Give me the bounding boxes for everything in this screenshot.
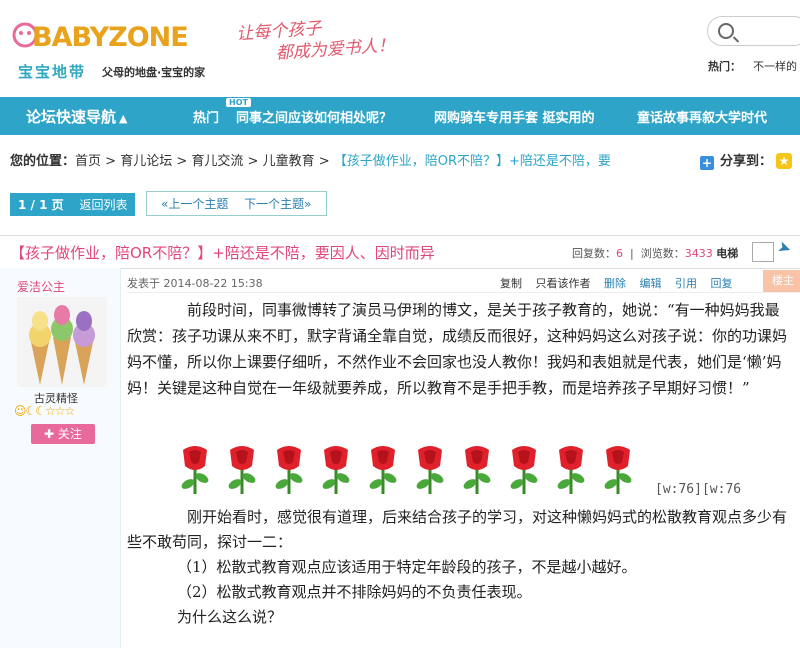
breadcrumb-home[interactable]: 首页 <box>75 154 101 169</box>
site-header: BABYZONE 宝宝地带 父母的地盘·宝宝的家 让每个孩子 都成为爱书人！ 热… <box>0 0 800 95</box>
post-time: 发表于 2014-08-22 15:38 <box>127 277 263 290</box>
user-level-stars: ☺☾☾☆☆☆ <box>14 404 75 418</box>
slogan: 让每个孩子 都成为爱书人！ <box>235 18 396 64</box>
rose-icon <box>269 440 309 496</box>
topic-title: 【孩子做作业，陪OR不陪？】+陪还是不陪，要因人、因时而异 <box>10 244 435 262</box>
author-name[interactable]: 爱洁公主 <box>17 278 65 295</box>
hot-search-label: 热门： <box>708 60 741 73</box>
rose-icon <box>504 440 544 496</box>
follow-button[interactable]: ✚ 关注 <box>31 424 95 444</box>
breadcrumb-forum[interactable]: 育儿论坛 <box>120 154 172 169</box>
edit-link[interactable]: 编辑 <box>640 277 662 290</box>
main-nav: 论坛快速导航 ▲ 热门 HOT 同事之间应该如何相处呢？ 网购骑车专用手套 挺实用… <box>0 97 800 135</box>
avatar[interactable] <box>17 297 107 387</box>
rose-icon <box>598 440 638 496</box>
breadcrumb-education[interactable]: 儿童教育 <box>263 154 315 169</box>
post-list-item: （2）松散式教育观点并不排除妈妈的不负责任表现。 <box>177 583 532 601</box>
star-icon[interactable]: ★ <box>776 153 792 169</box>
post-body-continued: 刚开始看时，感觉很有道理，后来结合孩子的学习，对这种懒妈妈式的松散教育观点多少有… <box>127 505 787 630</box>
reply-link[interactable]: 回复 <box>711 277 733 290</box>
post-divider <box>127 292 800 293</box>
topic-stats: 回复数：6 | 浏览数：3433 电梯 <box>572 247 739 260</box>
delete-link[interactable]: 删除 <box>604 277 626 290</box>
rose-icon <box>175 440 215 496</box>
breadcrumb-current: 【孩子做作业，陪OR不陪？】+陪还是不陪，要 <box>333 154 611 169</box>
share-to[interactable]: + 分享到： ★ <box>699 150 792 170</box>
nav-hot-link[interactable]: 同事之间应该如何相处呢？ <box>236 107 392 126</box>
nav-hot-link[interactable]: 网购骑车专用手套 挺实用的 <box>434 107 595 126</box>
rose-icon <box>551 440 591 496</box>
reply-count: 6 <box>616 247 623 260</box>
logo-chinese: 宝宝地带 <box>18 63 87 81</box>
search-input[interactable] <box>707 16 800 46</box>
page-indicator: 1 / 1 页 <box>10 193 72 216</box>
post-paragraph: 刚开始看时，感觉很有道理，后来结合孩子的学习，对这种懒妈妈式的松散教育观点多少有… <box>127 508 788 551</box>
post-body: 前段时间，同事微博转了演员马伊琍的博文，是关于孩子教育的，她说：“有一种妈妈我最… <box>127 297 787 401</box>
nav-hot-label: 热门 <box>193 111 220 126</box>
elevator-label: 电梯 <box>716 247 739 260</box>
quote-link[interactable]: 引用 <box>675 277 697 290</box>
topic-navigation: «上一个主题 下一个主题» <box>146 191 327 216</box>
rose-icon <box>222 440 262 496</box>
only-author-link[interactable]: 只看该作者 <box>536 277 591 290</box>
nav-hot-link[interactable]: 童话故事再叙大学时代 <box>637 107 767 126</box>
search-icon[interactable] <box>718 23 734 39</box>
post-actions: 复制 只看该作者 删除 编辑 引用 回复 <box>500 275 743 291</box>
plus-icon[interactable]: + <box>699 156 714 170</box>
jump-icon[interactable]: ➤ <box>775 236 794 258</box>
author-panel: 爱洁公主 古灵精怪 ☺☾☾☆☆☆ ✚ 关注 <box>0 268 121 648</box>
topic-title-bar: 【孩子做作业，陪OR不陪？】+陪还是不陪，要因人、因时而异 回复数：6 | 浏览… <box>0 235 800 269</box>
elevator-input[interactable] <box>752 242 774 262</box>
rose-icon <box>363 440 403 496</box>
copy-link[interactable]: 复制 <box>500 277 522 290</box>
forum-quick-nav[interactable]: 论坛快速导航 ▲ <box>26 106 127 127</box>
logo-word: BABYZONE <box>32 22 189 53</box>
rose-emoticons <box>175 440 655 496</box>
site-logo[interactable]: BABYZONE 宝宝地带 父母的地盘·宝宝的家 <box>10 8 230 88</box>
pager: 1 / 1 页 返回列表 <box>10 193 136 216</box>
breadcrumb-label: 您的位置： <box>10 154 76 169</box>
post-paragraph: 前段时间，同事微博转了演员马伊琍的博文，是关于孩子教育的，她说：“有一种妈妈我最… <box>127 301 788 397</box>
post-list-item: （1）松散式教育观点应该适用于特定年龄段的孩子，不是越小越好。 <box>177 558 637 576</box>
view-count: 3433 <box>684 247 713 260</box>
breadcrumb-exchange[interactable]: 育儿交流 <box>191 154 243 169</box>
hot-badge: HOT <box>226 98 251 107</box>
floor-badge: 楼主 <box>763 270 800 292</box>
image-size-tag: [w:76][w:76 <box>655 482 742 497</box>
prev-topic-link[interactable]: «上一个主题 <box>161 197 228 211</box>
back-to-list-button[interactable]: 返回列表 <box>71 193 136 216</box>
rose-icon <box>316 440 356 496</box>
next-topic-link[interactable]: 下一个主题» <box>244 197 311 211</box>
breadcrumb: 您的位置：首页 > 育儿论坛 > 育儿交流 > 儿童教育 > 【孩子做作业，陪O… <box>10 150 800 172</box>
rose-icon <box>410 440 450 496</box>
rose-icon <box>457 440 497 496</box>
logo-subtitle: 父母的地盘·宝宝的家 <box>102 66 206 79</box>
hot-search: 热门： 不一样的 <box>708 58 797 74</box>
post-question: 为什么这么说？ <box>177 608 283 626</box>
hot-search-link[interactable]: 不一样的 <box>753 60 797 73</box>
ice-cream-avatar-icon <box>17 297 107 387</box>
caret-up-icon: ▲ <box>119 112 128 125</box>
